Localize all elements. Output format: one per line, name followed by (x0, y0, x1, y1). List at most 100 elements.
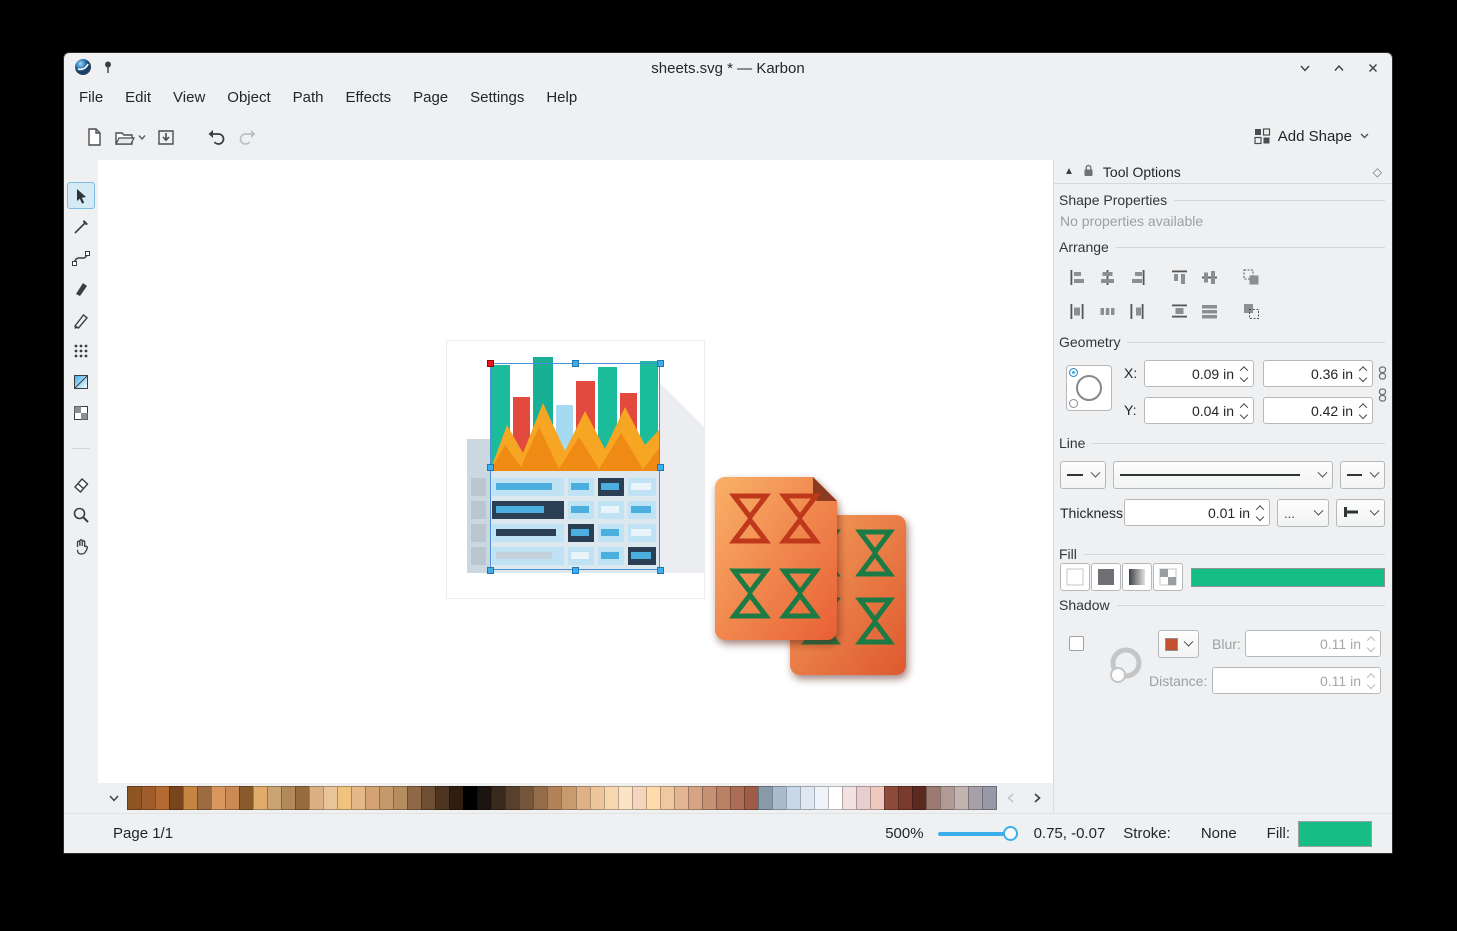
width-spinbox[interactable]: 0.36 in (1263, 360, 1373, 387)
color-swatch[interactable] (660, 786, 675, 810)
color-swatch[interactable] (604, 786, 619, 810)
x-spinbox[interactable]: 0.09 in (1144, 360, 1254, 387)
color-swatch[interactable] (393, 786, 408, 810)
menu-path[interactable]: Path (282, 83, 335, 113)
distribute-center-horizontal-button[interactable] (1094, 299, 1120, 323)
position-anchor-widget[interactable] (1066, 365, 1112, 411)
line-end-marker-combo[interactable] (1340, 461, 1385, 489)
menu-file[interactable]: File (68, 83, 114, 113)
open-document-button[interactable] (110, 121, 150, 153)
shadow-color-combo[interactable] (1158, 630, 1199, 658)
distribute-bottom-button[interactable] (1196, 299, 1222, 323)
menu-help[interactable]: Help (535, 83, 588, 113)
bezier-tool-button[interactable] (67, 244, 95, 271)
pencil-tool-button[interactable] (67, 306, 95, 333)
menu-effects[interactable]: Effects (335, 83, 403, 113)
color-swatch[interactable] (169, 786, 184, 810)
color-swatch[interactable] (828, 786, 843, 810)
palette-menu-button[interactable] (102, 786, 126, 810)
pattern-edit-tool-button[interactable] (67, 399, 95, 426)
select-tool-button[interactable] (67, 182, 95, 209)
color-swatch[interactable] (421, 786, 436, 810)
fill-none-button[interactable] (1060, 563, 1090, 591)
group-button[interactable] (1238, 265, 1264, 289)
color-swatch[interactable] (435, 786, 450, 810)
color-swatch[interactable] (379, 786, 394, 810)
color-swatch[interactable] (561, 786, 576, 810)
distribute-left-button[interactable] (1064, 299, 1090, 323)
color-swatch[interactable] (702, 786, 717, 810)
fill-color-bar[interactable] (1191, 568, 1385, 587)
color-swatch[interactable] (912, 786, 927, 810)
menu-object[interactable]: Object (216, 83, 281, 113)
stroke-value[interactable]: None (1201, 825, 1237, 842)
cap-style-combo[interactable] (1336, 499, 1385, 527)
color-swatch[interactable] (337, 786, 352, 810)
float-icon[interactable]: ◇ (1373, 165, 1382, 179)
color-swatch[interactable] (968, 786, 983, 810)
shadow-enable-checkbox[interactable] (1069, 636, 1084, 651)
color-swatch[interactable] (800, 786, 815, 810)
color-swatch[interactable] (491, 786, 506, 810)
gradient-tool-button[interactable] (67, 368, 95, 395)
collapse-icon[interactable]: ▲ (1064, 167, 1074, 177)
align-center-vertical-button[interactable] (1196, 265, 1222, 289)
color-swatch[interactable] (197, 786, 212, 810)
color-swatch[interactable] (898, 786, 913, 810)
color-swatch[interactable] (351, 786, 366, 810)
zoom-slider-handle[interactable] (1003, 826, 1018, 841)
color-swatch[interactable] (127, 786, 142, 810)
lock-icon[interactable] (1083, 164, 1094, 180)
color-swatch[interactable] (505, 786, 520, 810)
color-swatch[interactable] (632, 786, 647, 810)
color-swatch[interactable] (295, 786, 310, 810)
color-swatch[interactable] (940, 786, 955, 810)
calligraphy-tool-button[interactable] (67, 275, 95, 302)
fill-gradient-button[interactable] (1122, 563, 1152, 591)
distribute-right-button[interactable] (1124, 299, 1150, 323)
color-swatch[interactable] (646, 786, 661, 810)
line-style-combo[interactable] (1113, 461, 1333, 489)
color-swatch[interactable] (884, 786, 899, 810)
save-button[interactable] (150, 121, 182, 153)
color-swatch[interactable] (253, 786, 268, 810)
close-icon[interactable] (1364, 59, 1382, 77)
color-swatch[interactable] (590, 786, 605, 810)
color-swatch[interactable] (576, 786, 591, 810)
color-swatch[interactable] (141, 786, 156, 810)
zoom-tool-button[interactable] (67, 501, 95, 528)
color-swatch[interactable] (547, 786, 562, 810)
color-swatch[interactable] (842, 786, 857, 810)
color-swatch[interactable] (856, 786, 871, 810)
zoom-slider[interactable] (938, 824, 1018, 844)
color-swatch[interactable] (926, 786, 941, 810)
link-ratio-icon[interactable] (1377, 366, 1388, 383)
minimize-icon[interactable] (1296, 59, 1314, 77)
new-document-button[interactable] (78, 121, 110, 153)
pattern-tool-button[interactable] (67, 337, 95, 364)
align-top-button[interactable] (1166, 265, 1192, 289)
pin-icon[interactable] (102, 60, 114, 77)
thickness-spinbox[interactable]: 0.01 in (1124, 499, 1270, 526)
color-swatch[interactable] (870, 786, 885, 810)
fill-solid-button[interactable] (1091, 563, 1121, 591)
selection-box[interactable] (490, 363, 660, 570)
color-swatch[interactable] (758, 786, 773, 810)
selection-handle-top-right[interactable] (657, 360, 664, 367)
color-swatch[interactable] (407, 786, 422, 810)
color-swatch[interactable] (183, 786, 198, 810)
eraser-tool-button[interactable] (67, 470, 95, 497)
color-swatch[interactable] (365, 786, 380, 810)
menu-page[interactable]: Page (402, 83, 459, 113)
color-swatch[interactable] (716, 786, 731, 810)
color-swatch[interactable] (463, 786, 478, 810)
color-swatch[interactable] (155, 786, 170, 810)
blur-spinbox[interactable]: 0.11 in (1245, 630, 1381, 657)
menu-edit[interactable]: Edit (114, 83, 162, 113)
color-swatch[interactable] (477, 786, 492, 810)
add-shape-button[interactable]: Add Shape (1246, 124, 1378, 149)
color-swatch[interactable] (239, 786, 254, 810)
selection-handle-middle-right[interactable] (657, 464, 664, 471)
selection-handle-top-left[interactable] (487, 360, 494, 367)
color-swatch[interactable] (674, 786, 689, 810)
